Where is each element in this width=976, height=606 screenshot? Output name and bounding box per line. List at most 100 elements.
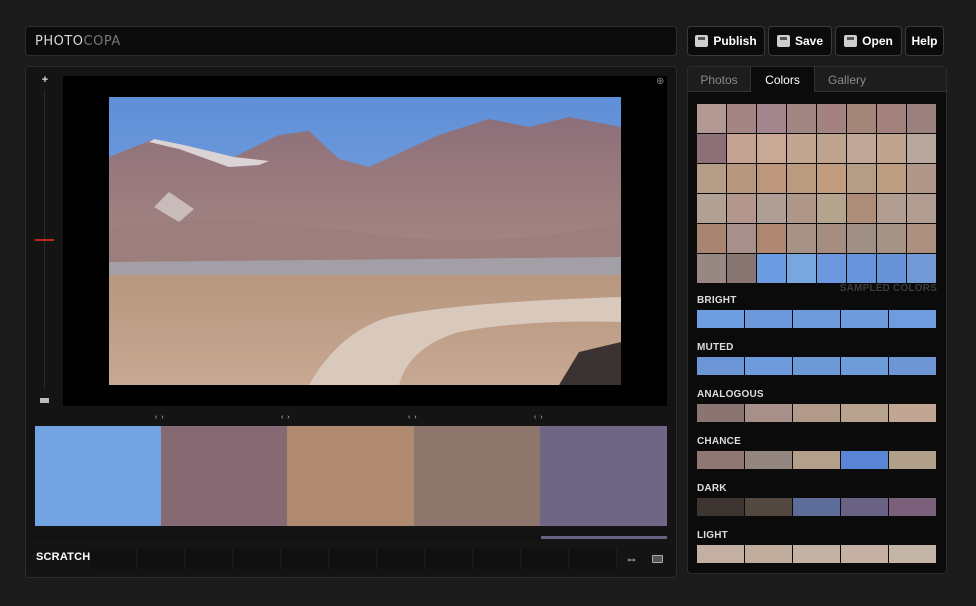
scratch-slot[interactable]	[282, 549, 329, 569]
sampled-color-cell[interactable]	[817, 194, 846, 223]
sampled-color-cell[interactable]	[727, 254, 756, 283]
scheme-swatch[interactable]	[793, 545, 840, 563]
scheme-swatch[interactable]	[841, 404, 888, 422]
sampled-color-cell[interactable]	[907, 194, 936, 223]
zoom-out-icon[interactable]	[40, 398, 49, 403]
scheme-swatch[interactable]	[745, 498, 792, 516]
tab-photos[interactable]: Photos	[690, 67, 748, 92]
scheme-swatch[interactable]	[793, 498, 840, 516]
scroll-thumb[interactable]	[541, 536, 667, 539]
scheme-swatch[interactable]	[697, 451, 744, 469]
palette-swatch[interactable]	[287, 426, 414, 526]
publish-button[interactable]: Publish	[687, 26, 765, 56]
sampled-color-cell[interactable]	[757, 164, 786, 193]
sampled-color-cell[interactable]	[727, 104, 756, 133]
sampled-color-cell[interactable]	[757, 194, 786, 223]
sampled-color-cell[interactable]	[787, 134, 816, 163]
palette-divider-handle[interactable]: ‹ ›	[408, 414, 418, 421]
scheme-swatch[interactable]	[841, 451, 888, 469]
scratch-slot[interactable]	[330, 549, 377, 569]
sampled-color-cell[interactable]	[787, 194, 816, 223]
palette-swatch[interactable]	[161, 426, 287, 526]
scheme-swatch[interactable]	[697, 545, 744, 563]
sampled-color-cell[interactable]	[907, 134, 936, 163]
scheme-swatch[interactable]	[889, 404, 936, 422]
scheme-swatch[interactable]	[745, 404, 792, 422]
scheme-swatch[interactable]	[745, 310, 792, 328]
sampled-color-cell[interactable]	[817, 164, 846, 193]
sampled-color-cell[interactable]	[757, 104, 786, 133]
sampled-color-cell[interactable]	[787, 254, 816, 283]
swap-arrows-icon[interactable]: ⇔	[625, 551, 638, 566]
sampled-color-cell[interactable]	[847, 134, 876, 163]
scheme-swatch[interactable]	[745, 357, 792, 375]
sampled-color-cell[interactable]	[907, 164, 936, 193]
scratch-slot[interactable]	[474, 549, 521, 569]
sampled-color-cell[interactable]	[877, 254, 906, 283]
sampled-color-cell[interactable]	[787, 224, 816, 253]
save-button[interactable]: Save	[768, 26, 832, 56]
scheme-swatch[interactable]	[841, 357, 888, 375]
scratch-slot[interactable]	[426, 549, 473, 569]
zoom-slider-handle[interactable]	[35, 239, 54, 241]
scratch-slot[interactable]	[234, 549, 281, 569]
sampled-color-cell[interactable]	[877, 164, 906, 193]
open-button[interactable]: Open	[835, 26, 902, 56]
sampled-color-cell[interactable]	[877, 134, 906, 163]
scheme-swatch[interactable]	[793, 310, 840, 328]
zoom-in-icon[interactable]: +	[40, 75, 50, 86]
scheme-swatch[interactable]	[793, 451, 840, 469]
sampled-color-cell[interactable]	[847, 194, 876, 223]
sampled-color-cell[interactable]	[877, 194, 906, 223]
sampled-color-cell[interactable]	[697, 224, 726, 253]
sampled-color-cell[interactable]	[877, 104, 906, 133]
scheme-swatch[interactable]	[889, 310, 936, 328]
scheme-swatch[interactable]	[793, 404, 840, 422]
scheme-swatch[interactable]	[841, 498, 888, 516]
scratch-slot[interactable]	[90, 549, 137, 569]
scheme-swatch[interactable]	[697, 498, 744, 516]
sampled-color-cell[interactable]	[877, 224, 906, 253]
sampled-color-cell[interactable]	[727, 224, 756, 253]
sampled-color-cell[interactable]	[847, 164, 876, 193]
sampled-color-cell[interactable]	[907, 104, 936, 133]
sampled-color-cell[interactable]	[757, 224, 786, 253]
tab-colors[interactable]: Colors	[750, 67, 815, 92]
sampled-color-cell[interactable]	[697, 164, 726, 193]
scheme-swatch[interactable]	[697, 310, 744, 328]
tab-gallery[interactable]: Gallery	[817, 67, 877, 92]
scratch-slot[interactable]	[522, 549, 569, 569]
scheme-swatch[interactable]	[745, 545, 792, 563]
sampled-color-cell[interactable]	[727, 164, 756, 193]
scheme-swatch[interactable]	[841, 310, 888, 328]
palette-divider-handle[interactable]: ‹ ›	[534, 414, 544, 421]
sampled-color-cell[interactable]	[817, 134, 846, 163]
sampled-color-cell[interactable]	[697, 134, 726, 163]
scheme-swatch[interactable]	[697, 404, 744, 422]
palette-swatch[interactable]	[414, 426, 540, 526]
sampled-color-cell[interactable]	[787, 104, 816, 133]
scheme-swatch[interactable]	[889, 451, 936, 469]
sampled-color-cell[interactable]	[697, 254, 726, 283]
scheme-swatch[interactable]	[745, 451, 792, 469]
sampled-color-cell[interactable]	[847, 104, 876, 133]
sampled-color-cell[interactable]	[757, 254, 786, 283]
scheme-swatch[interactable]	[841, 545, 888, 563]
sampled-color-cell[interactable]	[787, 164, 816, 193]
palette-divider-handle[interactable]: ‹ ›	[155, 414, 165, 421]
sampled-color-cell[interactable]	[907, 254, 936, 283]
sampled-color-cell[interactable]	[697, 104, 726, 133]
sampled-color-cell[interactable]	[847, 254, 876, 283]
sampled-color-cell[interactable]	[727, 194, 756, 223]
sampled-color-cell[interactable]	[847, 224, 876, 253]
scheme-swatch[interactable]	[889, 357, 936, 375]
sampled-color-cell[interactable]	[907, 224, 936, 253]
scheme-swatch[interactable]	[889, 545, 936, 563]
palette-swatch[interactable]	[540, 426, 667, 526]
palette-divider-handle[interactable]: ‹ ›	[281, 414, 291, 421]
sampled-color-cell[interactable]	[817, 104, 846, 133]
scheme-swatch[interactable]	[793, 357, 840, 375]
help-button[interactable]: Help	[905, 26, 944, 56]
sampled-color-cell[interactable]	[817, 254, 846, 283]
keyboard-icon[interactable]	[652, 555, 663, 563]
